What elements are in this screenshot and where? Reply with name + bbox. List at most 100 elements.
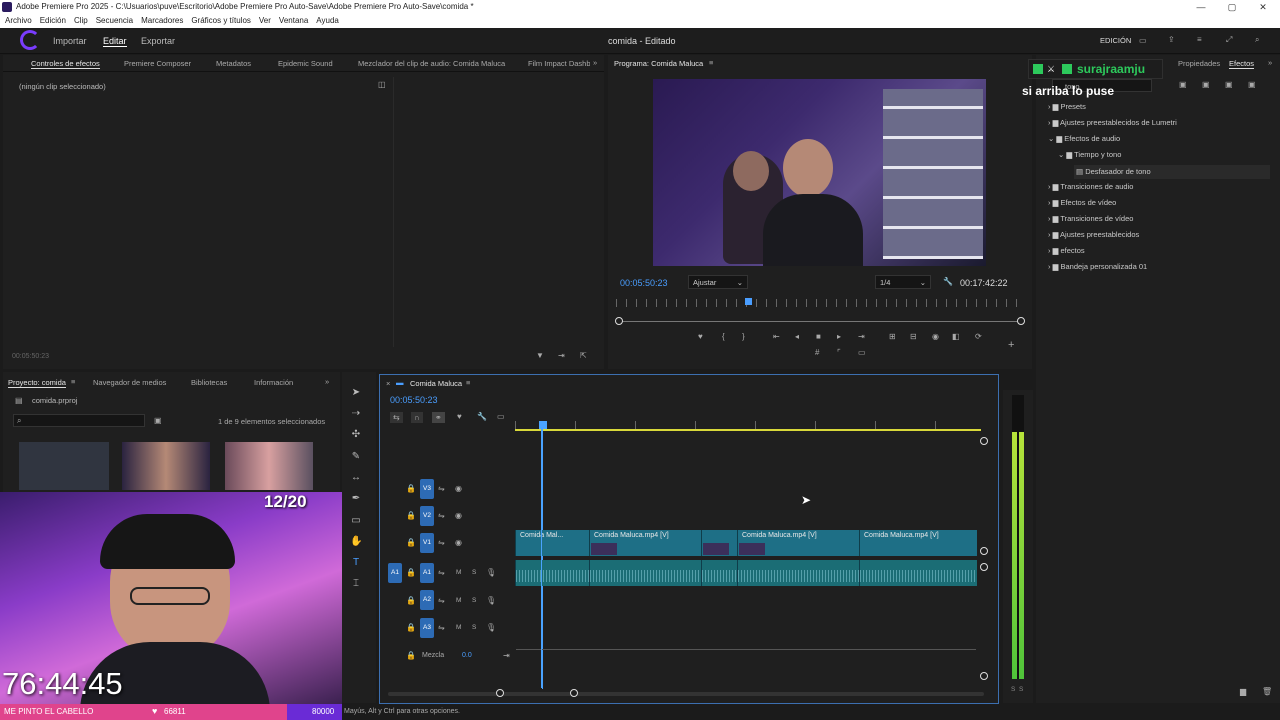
source-a1-label[interactable]: A1 <box>388 563 402 583</box>
export-frame-icon[interactable]: ⇥ <box>558 351 565 360</box>
tab-project[interactable]: Proyecto: comida <box>8 378 66 388</box>
video-clip[interactable] <box>701 530 737 556</box>
panel-layout-icon[interactable]: ▭ <box>1139 36 1147 45</box>
mark-in-icon[interactable]: { <box>722 332 725 341</box>
track-a3-label[interactable]: A3 <box>420 618 434 638</box>
add-button-icon[interactable]: + <box>1008 339 1014 351</box>
folder-icon[interactable]: ▆ <box>1240 687 1246 696</box>
audio-clip[interactable] <box>589 560 701 586</box>
home-icon[interactable] <box>20 30 40 50</box>
menu-ver[interactable]: Ver <box>259 16 271 25</box>
stop-icon[interactable]: ■ <box>816 332 821 341</box>
accelerated-icon[interactable]: ▣ <box>1179 80 1187 89</box>
export-tab[interactable]: Exportar <box>141 36 175 46</box>
sync-lock-icon[interactable]: ⇋ <box>438 484 445 493</box>
maximize-button[interactable]: ▢ <box>1217 0 1247 14</box>
audio-clip[interactable] <box>515 560 589 586</box>
mic-icon[interactable]: 🎙 <box>486 568 496 577</box>
mic-icon[interactable]: 🎙 <box>486 596 496 605</box>
add-marker-icon[interactable]: ♥ <box>698 332 703 341</box>
tree-item-pitch-shifter[interactable]: ▤ Desfasador de tono <box>1074 165 1270 179</box>
yuv-icon[interactable]: ▣ <box>1225 80 1233 89</box>
program-playhead[interactable] <box>745 298 752 305</box>
grid-icon[interactable]: # <box>815 348 819 357</box>
track-a1-label[interactable]: A1 <box>420 563 434 583</box>
tree-item-video-transitions[interactable]: › ▆ Transiciones de vídeo <box>1048 214 1133 223</box>
new-bin-icon[interactable]: ▣ <box>1248 80 1256 89</box>
lock-icon[interactable]: 🔒 <box>406 568 416 577</box>
snap-icon[interactable]: ∩ <box>411 412 423 423</box>
mute-button[interactable]: M <box>456 624 461 631</box>
menu-marcadores[interactable]: Marcadores <box>141 16 183 25</box>
scroll-handle-left[interactable] <box>496 689 504 697</box>
video-clip[interactable]: Comida Maluca.mp4 [V] <box>589 530 701 556</box>
fit-dropdown[interactable]: Ajustar ⌄ <box>688 275 748 289</box>
menu-archivo[interactable]: Archivo <box>5 16 32 25</box>
close-window-button[interactable]: ✕ <box>1248 0 1278 14</box>
menu-secuencia[interactable]: Secuencia <box>96 16 133 25</box>
tree-item-efectos[interactable]: › ▆ efectos <box>1048 246 1085 255</box>
zoom-handle-right[interactable] <box>1017 317 1025 325</box>
solo-button[interactable]: S <box>472 597 476 604</box>
sequence-tab[interactable]: Comida Maluca <box>410 379 462 388</box>
go-to-in-icon[interactable]: ⇤ <box>773 332 780 341</box>
menu-lines-icon[interactable]: ≡ <box>1197 35 1202 44</box>
lock-icon[interactable]: 🔒 <box>406 538 416 547</box>
tree-item-presets-2[interactable]: › ▆ Ajustes preestablecidos <box>1048 230 1139 239</box>
zoom-bar[interactable] <box>618 321 1022 322</box>
project-search-input[interactable]: ⌕ <box>13 414 145 427</box>
workspace-mode[interactable]: EDICIÓN <box>1100 36 1131 45</box>
tab-audio-clip-mixer[interactable]: Mezclador del clip de audio: Comida Malu… <box>358 59 505 68</box>
more-tabs-icon[interactable]: » <box>325 377 329 386</box>
track-v1-label[interactable]: V1 <box>420 533 434 553</box>
tab-effects[interactable]: Efectos <box>1229 59 1255 69</box>
tab-film-impact[interactable]: Film Impact Dashb <box>528 59 590 68</box>
hand-tool-icon[interactable]: ✋ <box>350 536 362 548</box>
track-v3-label[interactable]: V3 <box>420 479 434 499</box>
share-output-icon[interactable]: ⇱ <box>580 351 587 360</box>
toggle-timeline-icon[interactable]: ◫ <box>378 80 386 89</box>
selection-tool-icon[interactable]: ➤ <box>350 387 362 399</box>
vertical-scroll-bottom[interactable] <box>980 672 988 680</box>
close-tab-icon[interactable]: × <box>386 379 390 388</box>
tab-metadata[interactable]: Metadatos <box>216 59 251 68</box>
step-forward-icon[interactable]: ▸ <box>837 332 841 341</box>
safe-margins-icon[interactable]: ⌜ <box>837 348 841 357</box>
tree-item-custom-bin[interactable]: › ▆ Bandeja personalizada 01 <box>1048 262 1147 271</box>
work-area-bar[interactable] <box>515 429 981 431</box>
mute-button[interactable]: M <box>456 569 461 576</box>
menu-clip[interactable]: Clip <box>74 16 88 25</box>
mic-icon[interactable]: 🎙 <box>486 623 496 632</box>
vr-icon[interactable]: ⟳ <box>975 332 982 341</box>
minimize-button[interactable]: — <box>1186 0 1216 14</box>
tab-epidemic-sound[interactable]: Epidemic Sound <box>278 59 333 68</box>
trash-icon[interactable]: 🗑 <box>1262 687 1272 696</box>
caption-tool-icon[interactable]: ⌶ <box>350 578 362 590</box>
insert-icon[interactable]: ⊞ <box>889 332 896 341</box>
eye-icon[interactable]: ◉ <box>455 484 462 493</box>
tree-item-lumetri[interactable]: › ▆ Ajustes preestablecidos de Lumetri <box>1048 118 1177 127</box>
menu-ayuda[interactable]: Ayuda <box>316 16 339 25</box>
sequence-menu-icon[interactable]: ≡ <box>466 378 470 387</box>
track-v2-label[interactable]: V2 <box>420 506 434 526</box>
tab-effect-controls[interactable]: Controles de efectos <box>31 59 100 69</box>
slip-tool-icon[interactable]: ↔ <box>350 472 362 484</box>
vertical-scroll-v[interactable] <box>980 547 988 555</box>
sync-lock-icon[interactable]: ⇋ <box>438 538 445 547</box>
lock-icon[interactable]: 🔒 <box>406 651 416 660</box>
settings-wrench-icon[interactable]: 🔧 <box>477 412 487 421</box>
sync-lock-icon[interactable]: ⇋ <box>438 568 445 577</box>
project-thumbnail-3[interactable] <box>225 442 313 490</box>
tree-item-time-pitch[interactable]: ⌄ ▆ Tiempo y tono <box>1058 150 1121 159</box>
comparison-icon[interactable]: ◧ <box>952 332 960 341</box>
expand-icon[interactable]: ⤢ <box>1226 35 1232 45</box>
sync-lock-icon[interactable]: ⇋ <box>438 623 445 632</box>
solo-button[interactable]: S <box>472 624 476 631</box>
lock-icon[interactable]: 🔒 <box>406 511 416 520</box>
eye-icon[interactable]: ◉ <box>455 511 462 520</box>
ripple-edit-icon[interactable]: ✣ <box>350 429 362 441</box>
tab-info[interactable]: Información <box>254 378 293 387</box>
menu-graficos[interactable]: Gráficos y títulos <box>191 16 251 25</box>
tree-item-presets[interactable]: › ▆ Presets <box>1048 102 1086 111</box>
solo-right-icon[interactable]: S <box>1019 686 1023 693</box>
